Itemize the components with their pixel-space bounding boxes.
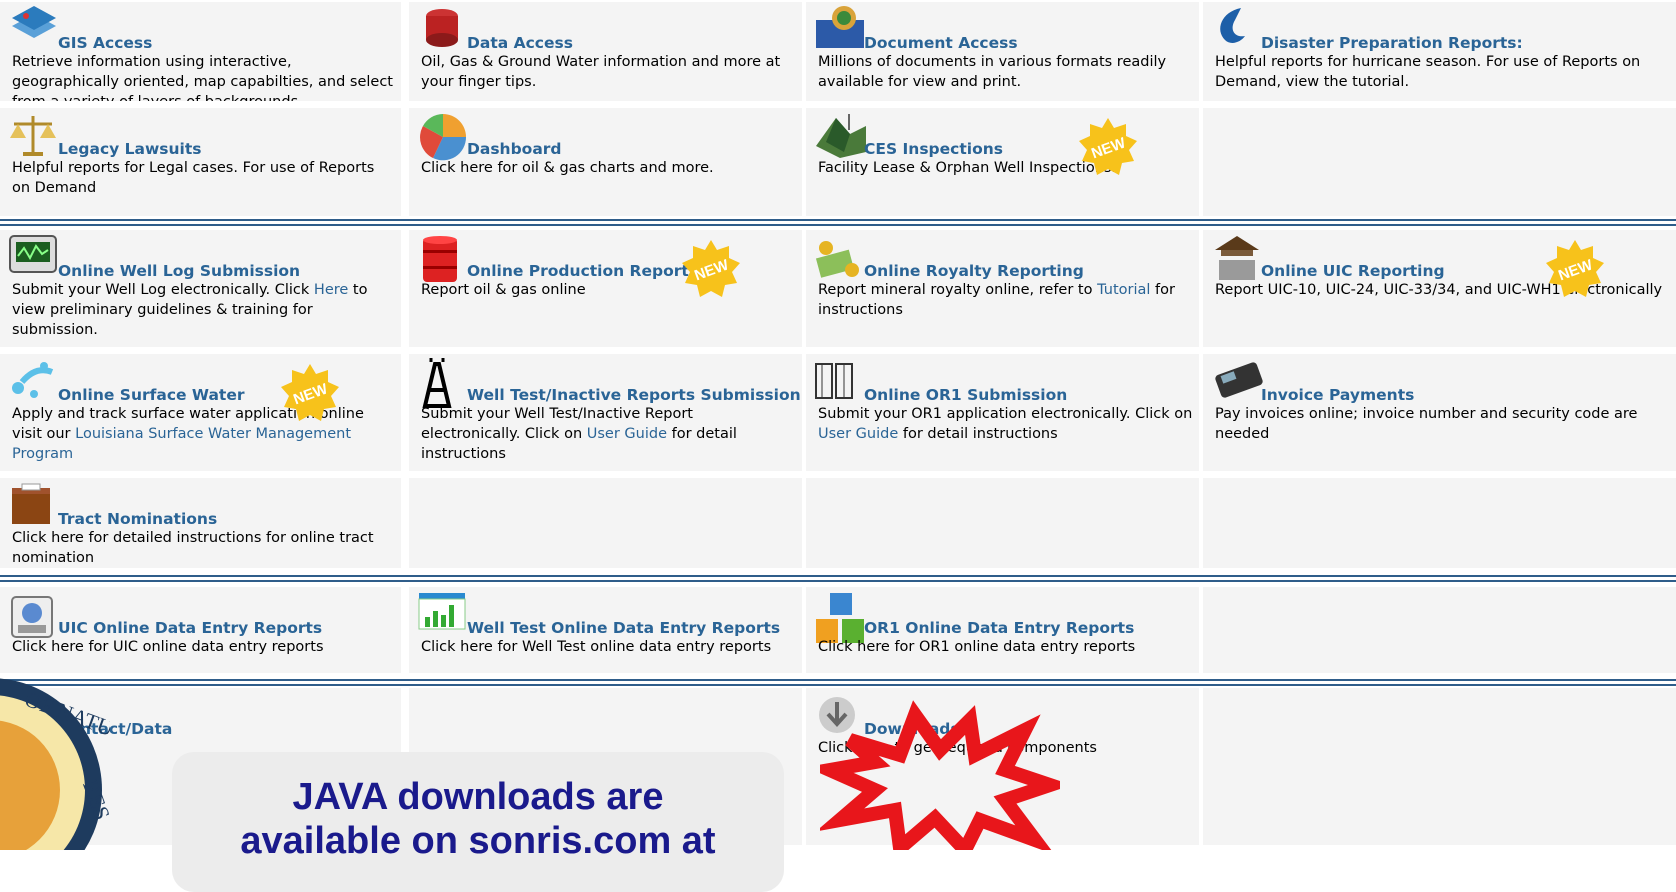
tile-title-link[interactable]: Disaster Preparation Reports:: [1261, 34, 1523, 52]
app-tile[interactable]: Legacy Lawsuits Helpful reports for Legal…: [0, 108, 401, 216]
bar-chart-icon[interactable]: [417, 591, 469, 643]
tile-description: Submit your Well Test/Inactive Report el…: [421, 404, 796, 464]
monitor-chart-icon[interactable]: [8, 234, 60, 286]
tile-title-link[interactable]: Online UIC Reporting: [1261, 262, 1445, 280]
app-tile[interactable]: Online Surface Water Apply and track surf…: [0, 354, 401, 471]
tile-title-link[interactable]: CES Inspections: [864, 140, 1003, 158]
app-tile[interactable]: Online Royalty Reporting Report mineral r…: [806, 230, 1199, 347]
tile-description: Millions of documents in various formats…: [818, 54, 1167, 90]
tile-description: Helpful reports for Legal cases. For use…: [12, 160, 375, 196]
gate-icon[interactable]: [814, 358, 866, 410]
tile-description: Click here for oil & gas charts and more…: [421, 160, 714, 176]
app-tile[interactable]: OR1 Online Data Entry Reports Click here …: [806, 587, 1199, 673]
java-callout-line1: JAVA downloads are: [292, 776, 664, 818]
seal-logo: OF NATU RES: [0, 678, 110, 850]
app-tile[interactable]: GIS Access Retrieve information using int…: [0, 2, 401, 101]
tile-title-link[interactable]: GIS Access: [58, 34, 152, 52]
empty-tile: [1203, 587, 1676, 673]
document-globe-icon[interactable]: [814, 6, 866, 58]
tile-description: Helpful reports for hurricane season. Fo…: [1215, 54, 1641, 90]
app-tile[interactable]: Well Test/Inactive Reports Submission Sub…: [409, 354, 802, 471]
desc-text: Submit your Well Log electronically. Cli…: [12, 282, 314, 298]
tile-title-link[interactable]: UIC Online Data Entry Reports: [58, 619, 322, 637]
app-tile[interactable]: Online UIC Reporting Report UIC-10, UIC-2…: [1203, 230, 1676, 347]
tile-title-link[interactable]: Invoice Payments: [1261, 386, 1414, 404]
app-tile[interactable]: Invoice Payments Pay invoices online; inv…: [1203, 354, 1676, 471]
tile-title-link[interactable]: Online Production Reporting: [467, 262, 716, 280]
tile-title-link[interactable]: Tract Nominations: [58, 510, 217, 528]
section-divider: [0, 679, 1676, 686]
empty-tile: [1203, 108, 1676, 216]
pie-chart-icon[interactable]: [417, 112, 469, 164]
tile-title-link[interactable]: Dashboard: [467, 140, 562, 158]
app-tile[interactable]: Document Access Millions of documents in …: [806, 2, 1199, 101]
tile-description: Retrieve information using interactive, …: [12, 54, 393, 101]
app-tile[interactable]: Dashboard Click here for oil & gas charts…: [409, 108, 802, 216]
new-badge: NEW: [279, 362, 341, 424]
app-tile[interactable]: Online Production Reporting Report oil & …: [409, 230, 802, 347]
ballot-box-icon[interactable]: [8, 482, 60, 534]
tile-title-link[interactable]: Document Access: [864, 34, 1018, 52]
app-tile[interactable]: Disaster Preparation Reports: Helpful rep…: [1203, 2, 1676, 101]
water-splash-icon[interactable]: [8, 358, 60, 410]
empty-tile: [1203, 688, 1676, 845]
new-badge: NEW: [680, 238, 742, 300]
tile-title-link[interactable]: Legacy Lawsuits: [58, 140, 202, 158]
new-badge: NEW: [1544, 238, 1606, 300]
oil-barrel-icon[interactable]: [417, 234, 469, 286]
card-reader-icon[interactable]: [1211, 358, 1263, 410]
tile-title-link[interactable]: Online Well Log Submission: [58, 262, 300, 280]
java-callout-text: JAVA downloads are available on sonris.c…: [172, 775, 784, 863]
tile-title-link[interactable]: OR1 Online Data Entry Reports: [864, 619, 1134, 637]
desc-link[interactable]: Tutorial: [1097, 282, 1150, 298]
scales-icon[interactable]: [8, 112, 60, 164]
tile-title-link[interactable]: Online OR1 Submission: [864, 386, 1067, 404]
tile-description: Submit your OR1 application electronical…: [818, 404, 1193, 444]
tile-title-link[interactable]: Data Access: [467, 34, 573, 52]
tile-title-link[interactable]: Well Test/Inactive Reports Submission: [467, 386, 801, 404]
database-icon[interactable]: [417, 6, 469, 58]
tile-title-link[interactable]: Online Royalty Reporting: [864, 262, 1084, 280]
disk-icon[interactable]: [8, 591, 60, 643]
new-badge: NEW: [1077, 116, 1139, 178]
desc-link[interactable]: User Guide: [818, 426, 898, 442]
layers-map-icon[interactable]: [8, 6, 60, 58]
tile-description: Pay invoices online; invoice number and …: [1215, 406, 1638, 442]
terrain-icon[interactable]: [814, 112, 866, 164]
desc-text: Report mineral royalty online, refer to: [818, 282, 1098, 298]
java-callout-line2: available on sonris.com at: [240, 820, 716, 862]
starburst-highlight: [820, 700, 1060, 850]
empty-tile: [1203, 478, 1676, 568]
app-tile[interactable]: Data Access Oil, Gas & Ground Water infor…: [409, 2, 802, 101]
app-tile[interactable]: Well Test Online Data Entry Reports Click…: [409, 587, 802, 673]
tile-title-link[interactable]: Well Test Online Data Entry Reports: [467, 619, 780, 637]
derrick-icon[interactable]: [417, 358, 469, 410]
empty-tile: [806, 478, 1199, 568]
app-tile[interactable]: Online Well Log Submission Submit your We…: [0, 230, 401, 347]
tile-description: Click here for Well Test online data ent…: [421, 639, 772, 655]
section-divider: [0, 575, 1676, 582]
section-divider: [0, 219, 1676, 226]
desc-text: for detail instructions: [898, 426, 1058, 442]
tile-description: Report mineral royalty online, refer to …: [818, 280, 1193, 320]
well-icon[interactable]: [1211, 234, 1263, 286]
desc-link[interactable]: User Guide: [587, 426, 667, 442]
tile-description: Click here for detailed instructions for…: [12, 530, 374, 566]
empty-tile: [409, 478, 802, 568]
app-tile[interactable]: Online OR1 Submission Submit your OR1 app…: [806, 354, 1199, 471]
desc-link[interactable]: Here: [314, 282, 348, 298]
blocks-icon[interactable]: [814, 591, 866, 643]
app-tile[interactable]: CES Inspections Facility Lease & Orphan W…: [806, 108, 1199, 216]
money-icon[interactable]: [814, 234, 866, 286]
tile-title-link[interactable]: Online Surface Water: [58, 386, 245, 404]
tile-description: Submit your Well Log electronically. Cli…: [12, 280, 395, 340]
hurricane-icon[interactable]: [1211, 6, 1263, 58]
app-tile[interactable]: Tract Nominations Click here for detailed…: [0, 478, 401, 568]
desc-text: Submit your OR1 application electronical…: [818, 406, 1193, 422]
tile-description: Click here for OR1 online data entry rep…: [818, 639, 1136, 655]
tile-description: Oil, Gas & Ground Water information and …: [421, 54, 781, 90]
